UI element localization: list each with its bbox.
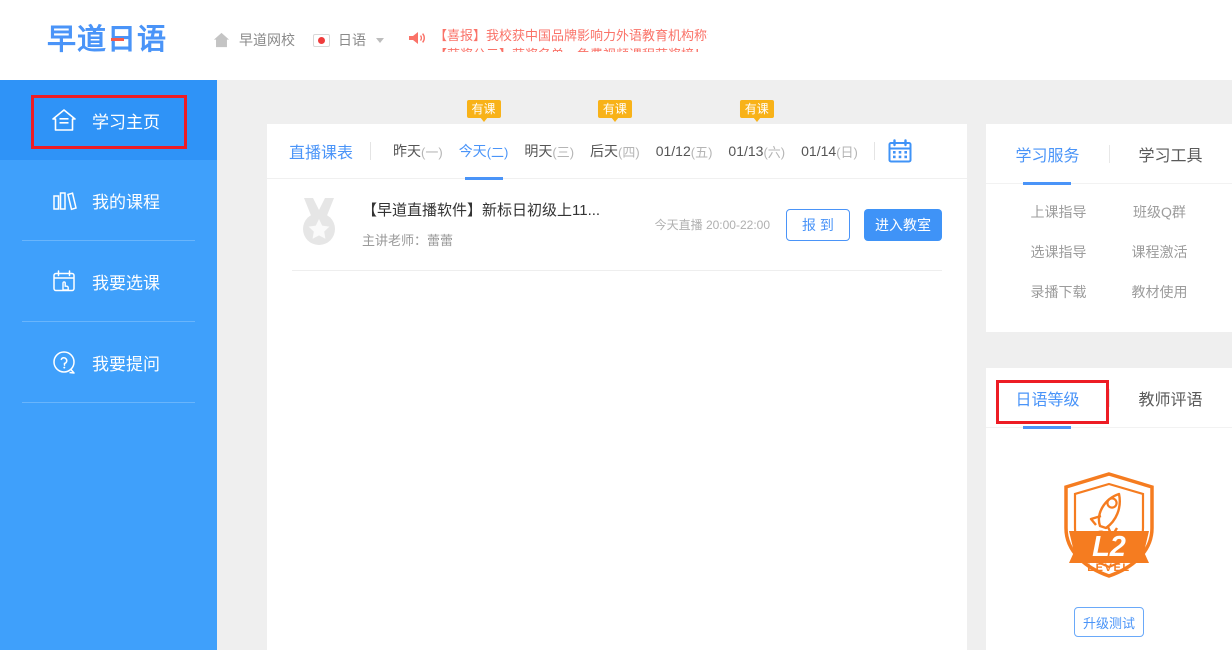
logo-text-2: 语 xyxy=(137,24,168,56)
day-tab-day-after-sub: (四) xyxy=(618,144,640,160)
course-teacher: 主讲老师：蕾蕾 xyxy=(362,233,454,248)
logo-text-1: 早道 xyxy=(47,24,108,56)
day-tab-0114[interactable]: 01/14 (日) xyxy=(793,124,866,179)
has-class-badge-today: 有课 xyxy=(466,99,501,122)
level-word-text: LEVEL xyxy=(1087,562,1130,574)
medal-icon xyxy=(296,196,342,253)
question-bubble-icon xyxy=(50,348,80,376)
course-info: 【早道直播软件】新标日初级上11... 主讲老师：蕾蕾 xyxy=(362,200,655,249)
books-icon xyxy=(50,186,80,214)
enter-classroom-button[interactable]: 进入教室 xyxy=(864,208,942,241)
day-tab-0112[interactable]: 01/12 (五) xyxy=(648,124,721,179)
day-tab-yesterday[interactable]: 昨天 (一) xyxy=(385,124,451,179)
tab-study-tools[interactable]: 学习工具 xyxy=(1138,124,1202,184)
sidebar-item-my-courses[interactable]: 我的课程 xyxy=(0,160,217,240)
main-content: 直播课表 昨天 (一) 有课 今天 (二) 明天 (三) 有课 后天 (四) 0… xyxy=(217,80,1232,650)
level-shield-rocket-icon: L2 LEVEL xyxy=(1060,470,1158,585)
course-time: 今天直播 20:00-22:00 xyxy=(654,218,770,232)
has-class-badge-0113: 有课 xyxy=(739,99,774,122)
service-item-class-qq-group[interactable]: 班级Q群 xyxy=(1109,202,1210,222)
level-badge-area: L2 LEVEL 升级测试 xyxy=(986,428,1232,637)
japan-flag-icon xyxy=(313,33,330,47)
day-tab-0112-name: 01/12 xyxy=(655,143,691,159)
sidebar-divider-3 xyxy=(22,402,195,403)
service-item-course-selection-guide[interactable]: 选课指导 xyxy=(1008,242,1109,262)
calendar-hand-icon xyxy=(50,267,80,295)
chevron-down-icon xyxy=(376,37,384,43)
day-tab-0114-name: 01/14 xyxy=(801,143,837,159)
logo-text-ri: 日 xyxy=(107,24,138,56)
day-tab-today[interactable]: 有课 今天 (二) xyxy=(451,99,517,179)
service-item-course-activation[interactable]: 课程激活 xyxy=(1109,242,1210,262)
announcement-text-group: 【喜报】我校获中国品牌影响力外语教育机构称号 【获奖公示】获奖名单，免费视频课程… xyxy=(434,28,708,52)
day-tab-0113[interactable]: 有课 01/13 (六) xyxy=(720,99,793,179)
announcement-marquee[interactable]: 【喜报】我校获中国品牌影响力外语教育机构称号 【获奖公示】获奖名单，免费视频课程… xyxy=(408,28,708,52)
announcement-line-1: 【喜报】我校获中国品牌影响力外语教育机构称号 xyxy=(434,28,708,43)
sidebar-item-my-courses-label: 我的课程 xyxy=(92,192,160,212)
calendar-icon[interactable] xyxy=(887,138,913,164)
nav-item-school-label: 早道网校 xyxy=(239,32,295,48)
day-tab-yesterday-name: 昨天 xyxy=(393,143,422,159)
tab-teacher-comments[interactable]: 教师评语 xyxy=(1138,368,1202,428)
study-service-tab-divider xyxy=(1109,145,1110,163)
tab-study-service[interactable]: 学习服务 xyxy=(1015,124,1079,184)
schedule-title-divider xyxy=(370,142,372,160)
nav-item-school[interactable]: 早道网校 xyxy=(213,30,295,50)
service-item-class-guide[interactable]: 上课指导 xyxy=(1008,202,1109,222)
level-up-test-button[interactable]: 升级测试 xyxy=(1074,607,1144,637)
calendar-divider xyxy=(873,142,875,160)
home-outline-icon xyxy=(50,106,80,134)
japanese-level-panel: 日语等级 教师评语 L2 LEVEL 升级测试 xyxy=(986,368,1232,650)
home-icon xyxy=(213,32,230,48)
day-tab-today-sub: (二) xyxy=(486,144,509,160)
level-tab-divider xyxy=(1109,389,1110,407)
has-class-badge-day-after: 有课 xyxy=(597,99,632,122)
sidebar-item-select-course[interactable]: 我要选课 xyxy=(0,241,217,321)
day-tab-0113-sub: (六) xyxy=(763,144,786,160)
day-tab-tomorrow-sub: (三) xyxy=(552,144,575,160)
day-tab-tomorrow[interactable]: 明天 (三) xyxy=(516,124,582,179)
level-tab-bar: 日语等级 教师评语 xyxy=(986,368,1232,428)
course-list-item[interactable]: 【早道直播软件】新标日初级上11... 主讲老师：蕾蕾 今天直播 20:00-2… xyxy=(292,179,942,271)
live-schedule-card: 直播课表 昨天 (一) 有课 今天 (二) 明天 (三) 有课 后天 (四) 0… xyxy=(267,99,967,650)
day-tab-0112-sub: (五) xyxy=(690,144,713,160)
tab-japanese-level[interactable]: 日语等级 xyxy=(1015,368,1079,428)
day-tab-today-name: 今天 xyxy=(458,143,487,159)
sidebar-item-select-course-label: 我要选课 xyxy=(92,273,160,293)
study-service-tab-bar: 学习服务 学习工具 xyxy=(986,124,1232,184)
left-sidebar: 学习主页 我的课程 我要选课 我要提问 xyxy=(0,80,217,650)
top-header: 早道日语 早道网校 日语 【喜报】我校获中国品牌影响力外语教育机构称号 xyxy=(0,0,1232,80)
announcement-line-2: 【获奖公示】获奖名单，免费视频课程获奖榜！ xyxy=(434,45,708,52)
service-item-textbook-usage[interactable]: 教材使用 xyxy=(1109,282,1210,302)
sidebar-item-home-label: 学习主页 xyxy=(92,112,160,132)
site-logo[interactable]: 早道日语 xyxy=(47,24,167,56)
sidebar-item-ask-question[interactable]: 我要提问 xyxy=(0,322,217,402)
day-tab-day-after-name: 后天 xyxy=(590,143,619,159)
course-title: 【早道直播软件】新标日初级上11... xyxy=(362,202,601,219)
sidebar-item-ask-question-label: 我要提问 xyxy=(92,354,160,374)
day-tab-0114-sub: (日) xyxy=(836,144,858,160)
language-label: 日语 xyxy=(338,32,366,48)
speaker-icon xyxy=(408,30,426,51)
study-service-panel: 学习服务 学习工具 上课指导 班级Q群 选课指导 课程激活 录播下载 教材使用 xyxy=(986,124,1232,332)
check-in-button[interactable]: 报 到 xyxy=(786,208,850,241)
day-tab-yesterday-sub: (一) xyxy=(421,144,443,160)
language-selector[interactable]: 日语 xyxy=(313,30,384,50)
study-service-grid: 上课指导 班级Q群 选课指导 课程激活 录播下载 教材使用 xyxy=(986,184,1232,302)
schedule-title[interactable]: 直播课表 xyxy=(289,139,353,163)
day-tab-tomorrow-name: 明天 xyxy=(524,143,553,159)
day-tab-day-after[interactable]: 有课 后天 (四) xyxy=(582,99,648,179)
service-item-recording-download[interactable]: 录播下载 xyxy=(1008,282,1109,302)
day-tab-0113-name: 01/13 xyxy=(728,143,764,159)
sidebar-item-home[interactable]: 学习主页 xyxy=(0,80,217,160)
schedule-tab-bar: 直播课表 昨天 (一) 有课 今天 (二) 明天 (三) 有课 后天 (四) 0… xyxy=(267,99,967,179)
app-root: 早道日语 早道网校 日语 【喜报】我校获中国品牌影响力外语教育机构称号 学习主页… xyxy=(0,0,1232,650)
level-code-text: L2 xyxy=(1092,531,1126,563)
